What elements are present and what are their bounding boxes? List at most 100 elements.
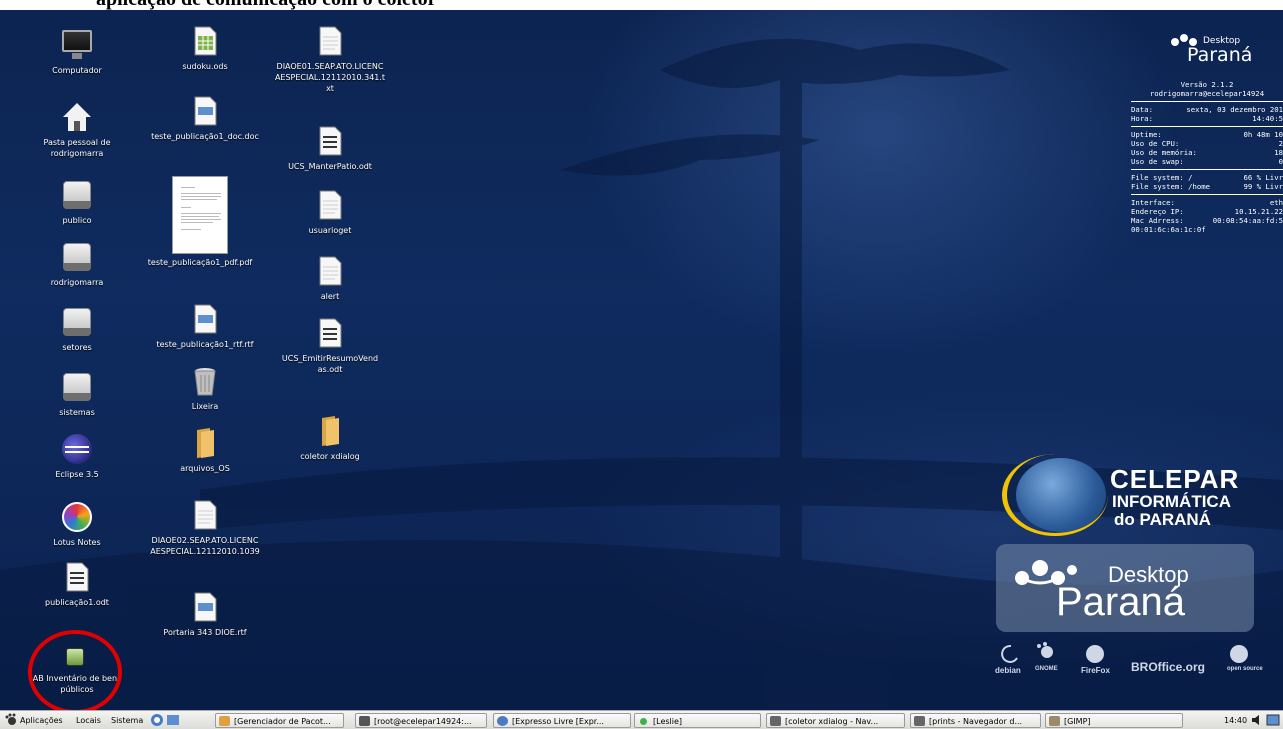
- home-folder-desktop-icon[interactable]: Pasta pessoal de rodrigomarra: [17, 100, 137, 159]
- icon-label: Pasta pessoal de rodrigomarra: [43, 138, 111, 158]
- desktop[interactable]: Computador Pasta pessoal de rodrigomarra…: [0, 10, 1283, 710]
- folder-icon: [188, 426, 222, 460]
- sistemas-drive-icon[interactable]: sistemas: [17, 370, 137, 418]
- sponsor-opensource: open source: [1227, 666, 1263, 672]
- sponsor-logos: debian GNOME FireFox BROffice.org open s…: [995, 642, 1275, 682]
- portaria-rtf-icon[interactable]: Portaria 343 DIOE.rtf: [145, 590, 265, 638]
- taskbar-window-gimp[interactable]: [GIMP]: [1045, 713, 1183, 728]
- publico-drive-icon[interactable]: publico: [17, 178, 137, 226]
- home-icon: [60, 100, 94, 134]
- icon-label: teste_publicação1_rtf.rtf: [156, 340, 254, 349]
- icon-label: rodrigomarra: [50, 278, 104, 287]
- menu-places[interactable]: Locais: [76, 713, 101, 728]
- taskbar-window-expresso[interactable]: [Expresso Livre [Expr...: [493, 713, 631, 728]
- icon-label: UCS_EmitirResumoVendas.odt: [281, 354, 379, 374]
- taskbar-window-terminal[interactable]: [root@ecelepar14924:...: [355, 713, 487, 728]
- rtf-document-icon: [188, 590, 222, 624]
- arquivos-os-folder-icon[interactable]: arquivos_OS: [145, 426, 265, 474]
- highlight-circle: [28, 630, 122, 710]
- computer-desktop-icon[interactable]: Computador: [17, 28, 137, 76]
- window-title: [prints - Navegador d...: [929, 717, 1023, 726]
- icon-label: Lotus Notes: [53, 538, 101, 547]
- bottom-panel: Aplicações Locais Sistema [Gerenciador d…: [0, 710, 1283, 729]
- ucs-manterpatio-icon[interactable]: UCS_ManterPatio.odt: [270, 124, 390, 172]
- ucs-emitirresumovendas-icon[interactable]: UCS_EmitirResumoVendas.odt: [270, 316, 390, 375]
- window-title: [root@ecelepar14924:...: [374, 717, 472, 726]
- icon-label: Portaria 343 DIOE.rtf: [163, 628, 247, 637]
- document-header: aplicação de comunicação com o coletor: [0, 0, 1283, 10]
- trash-icon: [188, 364, 222, 398]
- odt-document-icon: [313, 316, 347, 350]
- lotus-notes-icon: [60, 500, 94, 534]
- icon-label: DIAOE01.SEAP.ATO.LICENCAESPECIAL.1211201…: [274, 62, 386, 93]
- uptime-value: 0h 48m 10: [1243, 130, 1283, 139]
- pdf-thumbnail-icon: [172, 176, 228, 254]
- memory-label: Uso de memória:: [1131, 148, 1197, 157]
- icon-label: publico: [62, 216, 92, 225]
- menu-applications[interactable]: Aplicações: [20, 713, 63, 728]
- monitor-icon: [60, 28, 94, 62]
- teste-rtf-icon[interactable]: teste_publicação1_rtf.rtf: [145, 302, 265, 350]
- cpu-label: Uso de CPU:: [1131, 139, 1180, 148]
- taskbar-window-leslie[interactable]: [Leslie]: [634, 713, 761, 728]
- fs-root-value: 66 % Livr: [1243, 173, 1283, 182]
- clock[interactable]: 14:40: [1224, 713, 1247, 728]
- logo-parana-word: Paraná: [1056, 580, 1185, 624]
- icon-label: Lixeira: [191, 402, 219, 411]
- sponsor-firefox: FireFox: [1081, 666, 1110, 675]
- eclipse-icon: [60, 432, 94, 466]
- window-title: [Expresso Livre [Expr...: [512, 717, 604, 726]
- icon-label: Computador: [52, 66, 102, 75]
- time-value: 14:40:5: [1252, 114, 1283, 123]
- celepar-logo: CELEPAR INFORMÁTICA do PARANÁ: [1000, 450, 1260, 540]
- odt-document-icon: [313, 124, 347, 158]
- odt-document-icon: [60, 560, 94, 594]
- volume-icon[interactable]: [1251, 713, 1263, 728]
- mac-value: 00:08:54:aa:fd:5: [1212, 216, 1283, 225]
- icon-label: coletor xdialog: [300, 452, 360, 461]
- icon-label: usuarioget: [308, 226, 352, 235]
- text-document-icon: [313, 254, 347, 288]
- date-label: Data:: [1131, 105, 1153, 114]
- fs-home-label: File system: /home: [1131, 182, 1211, 191]
- setores-drive-icon[interactable]: setores: [17, 305, 137, 353]
- doc-document-icon: [188, 94, 222, 128]
- workspace-switcher-icon[interactable]: [1266, 713, 1280, 728]
- usuarioget-file-icon[interactable]: usuarioget: [270, 188, 390, 236]
- ip-value: 10.15.21.22: [1234, 207, 1283, 216]
- icon-label: alert: [320, 292, 340, 301]
- spreadsheet-icon: [188, 24, 222, 58]
- trash-desktop-icon[interactable]: Lixeira: [145, 364, 265, 412]
- coletor-xdialog-folder-icon[interactable]: coletor xdialog: [270, 414, 390, 462]
- icon-label: sistemas: [59, 408, 95, 417]
- drive-icon: [60, 370, 94, 404]
- fs-home-value: 99 % Livr: [1243, 182, 1283, 191]
- network-launcher-icon[interactable]: [150, 713, 164, 728]
- help-launcher-icon[interactable]: [166, 713, 180, 728]
- folder-icon: [313, 414, 347, 448]
- sudoku-ods-icon[interactable]: sudoku.ods: [145, 24, 265, 72]
- taskbar-window-package-manager[interactable]: [Gerenciador de Pacot...: [215, 713, 344, 728]
- taskbar-window-prints-browser[interactable]: [prints - Navegador d...: [910, 713, 1041, 728]
- taskbar-window-coletor-browser[interactable]: [coletor xdialog - Nav...: [766, 713, 905, 728]
- lotus-notes-launcher-icon[interactable]: Lotus Notes: [17, 500, 137, 548]
- teste-pdf-icon[interactable]: teste_publicação1_pdf.pdf: [140, 176, 260, 268]
- diaoe01-txt-icon[interactable]: DIAOE01.SEAP.ATO.LICENCAESPECIAL.1211201…: [270, 24, 390, 94]
- desktop-parana-logo: Desktop Paraná: [996, 544, 1254, 632]
- desktop-parana-logo-small: Desktop Paraná: [1165, 30, 1265, 70]
- gnome-foot-icon[interactable]: [4, 713, 18, 728]
- alert-file-icon[interactable]: alert: [270, 254, 390, 302]
- teste-doc-icon[interactable]: teste_publicação1_doc.doc: [145, 94, 265, 142]
- text-document-icon: [188, 498, 222, 532]
- menu-system[interactable]: Sistema: [111, 713, 143, 728]
- date-value: sexta, 03 dezembro 201: [1186, 105, 1283, 114]
- logo-small-parana: Paraná: [1187, 44, 1253, 66]
- swap-value: 0: [1278, 157, 1283, 166]
- publicacao1-odt-icon[interactable]: publicação1.odt: [17, 560, 137, 608]
- window-title: [Gerenciador de Pacot...: [234, 717, 331, 726]
- eclipse-launcher-icon[interactable]: Eclipse 3.5: [17, 432, 137, 480]
- diaoe02-file-icon[interactable]: DIAOE02.SEAP.ATO.LICENCAESPECIAL.1211201…: [145, 498, 265, 557]
- rodrigomarra-drive-icon[interactable]: rodrigomarra: [17, 240, 137, 288]
- window-title: [GIMP]: [1064, 717, 1091, 726]
- version-text: Versão 2.1.2: [1180, 80, 1234, 89]
